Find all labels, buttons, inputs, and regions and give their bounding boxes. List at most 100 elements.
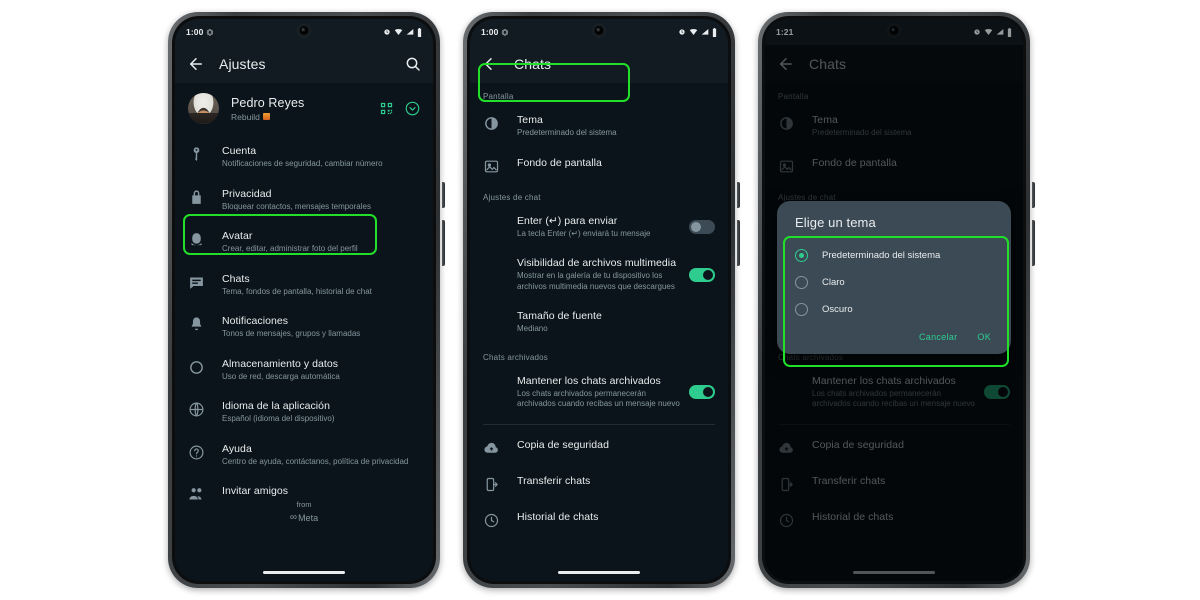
chats-item-fondo[interactable]: Fondo de pantalla: [470, 148, 728, 184]
item-text: Cuenta Notificaciones de seguridad, camb…: [222, 145, 383, 170]
front-camera-notch: [298, 25, 310, 36]
app-bar: Ajustes: [175, 45, 433, 83]
item-title: Cuenta: [222, 145, 257, 157]
screenshot-stage: 1:00 ⏣ Ajustes Pedro Reyes Rebuild Cuent…: [0, 0, 1200, 600]
footer-from: from: [296, 500, 312, 509]
radio-label: Predeterminado del sistema: [822, 250, 941, 261]
toggle-knob: [703, 387, 713, 398]
item-title: Visibilidad de archivos multimedia: [517, 257, 677, 270]
app-bar: Chats: [470, 45, 728, 83]
chats-item-historial[interactable]: Historial de chats: [470, 502, 728, 538]
radio-button[interactable]: [795, 249, 808, 262]
item-subtitle: Mostrar en la galería de tu dispositivo …: [517, 271, 675, 291]
sidebar-item-ayuda[interactable]: Ayuda Centro de ayuda, contáctanos, polí…: [175, 434, 433, 477]
chats-item-copia-seguridad[interactable]: Copia de seguridad: [470, 430, 728, 466]
item-text: Enter (↵) para enviar La tecla Enter (↵)…: [517, 215, 689, 240]
gesture-bar[interactable]: [558, 571, 640, 574]
backup-cloud-icon: [484, 442, 498, 453]
item-title: Transferir chats: [517, 474, 591, 487]
item-title: Almacenamiento y datos: [222, 357, 339, 370]
back-arrow-icon[interactable]: [482, 55, 500, 73]
phone-1-settings: 1:00 ⏣ Ajustes Pedro Reyes Rebuild Cuent…: [168, 12, 445, 588]
toggle-knob: [703, 269, 713, 280]
storage-icon: [190, 360, 203, 374]
radio-label: Claro: [822, 277, 845, 288]
gesture-bar[interactable]: [263, 571, 345, 574]
item-title: Chats: [222, 272, 250, 285]
power-button[interactable]: [1032, 182, 1035, 208]
sidebar-item-avatar[interactable]: Avatar Crear, editar, administrar foto d…: [175, 221, 433, 264]
battery-icon: [712, 27, 717, 37]
sidebar-item-chats[interactable]: Chats Tema, fondos de pantalla, historia…: [175, 264, 433, 307]
sidebar-item-notificaciones[interactable]: Notificaciones Tonos de mensajes, grupos…: [175, 306, 433, 349]
phone-3-theme-dialog: 1:21 Chats Pantalla Tema Predeterminado …: [758, 12, 1035, 588]
sidebar-item-cuenta[interactable]: Cuenta Notificaciones de seguridad, camb…: [175, 136, 433, 179]
front-camera-notch: [593, 25, 605, 36]
profile-status: Rebuild: [231, 112, 304, 122]
signal-icon: [701, 29, 709, 35]
page-title: Chats: [514, 56, 552, 72]
item-title: Mantener los chats archivados: [517, 374, 661, 387]
help-icon: [189, 445, 204, 460]
search-icon[interactable]: [405, 56, 421, 72]
wallpaper-icon: [484, 160, 499, 172]
footer-brand-text: Meta: [298, 512, 319, 523]
item-title: Tema: [517, 114, 543, 126]
phone-bezel: 1:00 ⏣ Ajustes Pedro Reyes Rebuild Cuent…: [172, 16, 436, 584]
chats-item-tema[interactable]: Tema Predeterminado del sistema: [470, 105, 728, 148]
item-subtitle: Centro de ayuda, contáctanos, política d…: [222, 456, 409, 466]
toggle-visibilidad-multimedia[interactable]: [689, 267, 715, 282]
item-title: Privacidad: [222, 187, 272, 200]
volume-button[interactable]: [737, 220, 740, 266]
chats-item-transferir[interactable]: Transferir chats: [470, 466, 728, 502]
item-text: Notificaciones Tonos de mensajes, grupos…: [222, 315, 360, 340]
item-text: Avatar Crear, editar, administrar foto d…: [222, 230, 358, 255]
item-title: Tamaño de fuente: [517, 310, 602, 323]
radio-button[interactable]: [795, 303, 808, 316]
profile-row[interactable]: Pedro Reyes Rebuild: [175, 83, 433, 136]
radio-label: Oscuro: [822, 304, 853, 315]
item-subtitle: Uso de red, descarga automática: [222, 371, 340, 381]
sidebar-item-privacidad[interactable]: Privacidad Bloquear contactos, mensajes …: [175, 179, 433, 222]
item-text: Invitar amigos: [222, 485, 288, 497]
radio-button[interactable]: [795, 276, 808, 289]
radio-option-oscuro[interactable]: Oscuro: [777, 296, 1011, 323]
phone-screen: 1:00 ⏣ Ajustes Pedro Reyes Rebuild Cuent…: [175, 19, 433, 581]
profile-status-text: Rebuild: [231, 111, 260, 122]
power-button[interactable]: [737, 182, 740, 208]
profile-name: Pedro Reyes: [231, 95, 305, 110]
mute-icon: ⏣: [501, 27, 509, 37]
back-arrow-icon[interactable]: [187, 55, 205, 73]
radio-option-predeterminado[interactable]: Predeterminado del sistema: [777, 242, 1011, 269]
page-title: Ajustes: [219, 56, 266, 72]
chats-item-mantener-archivados[interactable]: Mantener los chats archivados Los chats …: [470, 366, 728, 419]
item-text: Transferir chats: [517, 475, 590, 487]
qr-code-icon[interactable]: [379, 101, 394, 116]
toggle-enter-enviar[interactable]: [689, 219, 715, 234]
sidebar-item-almacenamiento[interactable]: Almacenamiento y datos Uso de red, desca…: [175, 349, 433, 392]
item-text: Chats Tema, fondos de pantalla, historia…: [222, 273, 372, 298]
volume-button[interactable]: [1032, 220, 1035, 266]
battery-icon: [417, 27, 422, 37]
power-button[interactable]: [442, 182, 445, 208]
toggle-mantener-archivados[interactable]: [689, 385, 715, 400]
cancel-button[interactable]: Cancelar: [919, 332, 957, 342]
volume-button[interactable]: [442, 220, 445, 266]
item-subtitle: Español (idioma del dispositivo): [222, 414, 335, 424]
chevron-down-circle-icon[interactable]: [405, 101, 420, 116]
wifi-icon: [394, 29, 403, 35]
avatar[interactable]: [188, 93, 219, 124]
alarm-icon: [679, 29, 685, 35]
phone-2-chats: 1:00 ⏣ Chats Pantalla Tema Predeterminad…: [463, 12, 740, 588]
chats-item-enter-enviar[interactable]: Enter (↵) para enviar La tecla Enter (↵)…: [470, 206, 728, 249]
phone-bezel: 1:00 ⏣ Chats Pantalla Tema Predeterminad…: [467, 16, 731, 584]
ok-button[interactable]: OK: [977, 332, 991, 342]
radio-option-claro[interactable]: Claro: [777, 269, 1011, 296]
status-bar: 1:00 ⏣: [470, 19, 728, 45]
chats-item-visibilidad-multimedia[interactable]: Visibilidad de archivos multimedia Mostr…: [470, 248, 728, 301]
chats-item-tamano-fuente[interactable]: Tamaño de fuente Mediano: [470, 301, 728, 344]
signal-icon: [406, 29, 414, 35]
mute-icon: ⏣: [206, 27, 214, 37]
item-text: Historial de chats: [517, 511, 598, 523]
sidebar-item-idioma[interactable]: Idioma de la aplicación Español (idioma …: [175, 391, 433, 434]
